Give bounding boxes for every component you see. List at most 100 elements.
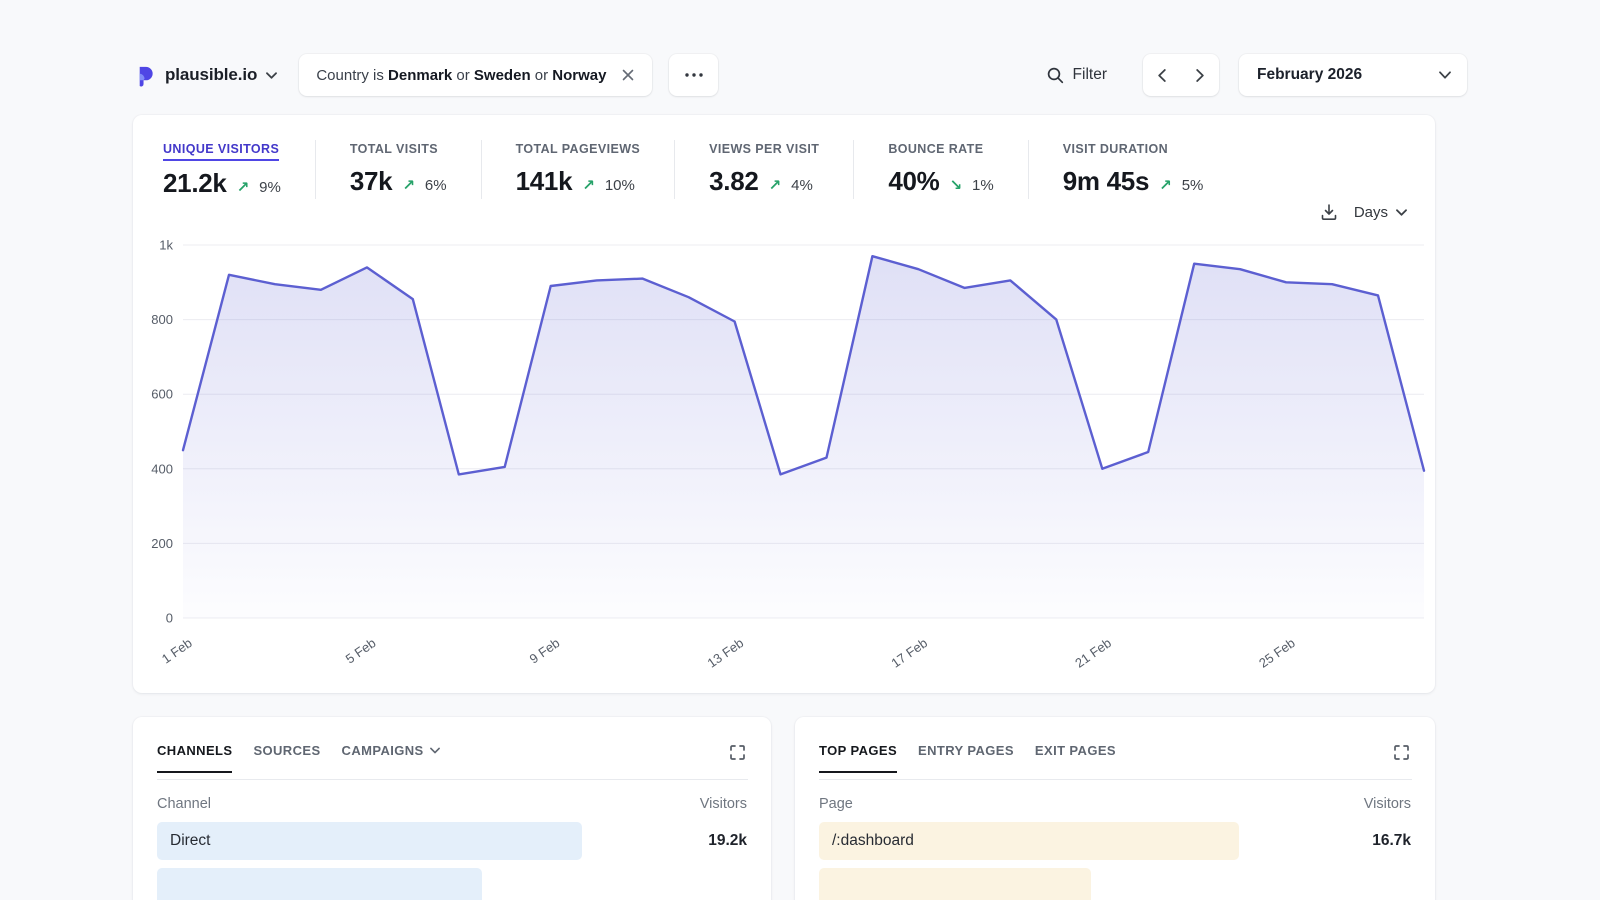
metric-value: 9m 45s xyxy=(1063,166,1149,197)
y-axis-labels: 1k8006004002000 xyxy=(151,238,173,626)
fullscreen-icon xyxy=(730,745,745,760)
tab-label: CHANNELS xyxy=(157,743,232,758)
x-tick-label: 1 Feb xyxy=(159,635,195,666)
metric-change: 6% xyxy=(425,177,447,194)
filter-pill-text: Country is Denmark or Sweden or Norway xyxy=(316,67,606,84)
export-button[interactable] xyxy=(1320,203,1338,221)
table-row[interactable] xyxy=(157,868,747,900)
table-rows: Direct 19.2k xyxy=(157,822,747,900)
tab-label: CAMPAIGNS xyxy=(342,743,424,758)
divider xyxy=(819,779,1412,780)
trend-arrow-icon: ↗ xyxy=(769,176,782,194)
y-tick-label: 800 xyxy=(151,312,173,327)
column-value: Visitors xyxy=(1364,796,1411,812)
top-stats-row: UNIQUE VISITORS 21.2k ↗ 9% TOTAL VISITS … xyxy=(133,115,1435,199)
next-period-button[interactable] xyxy=(1181,54,1219,96)
site-picker[interactable]: plausible.io xyxy=(133,64,277,87)
table-row[interactable]: /:dashboard 16.7k xyxy=(819,822,1411,860)
site-name: plausible.io xyxy=(165,65,257,85)
download-icon xyxy=(1320,203,1338,221)
date-range-picker[interactable]: February 2026 xyxy=(1239,54,1467,96)
expand-report-button[interactable] xyxy=(1392,743,1411,765)
report-tabs: CHANNELS SOURCES CAMPAIGNS xyxy=(157,743,440,758)
column-label: Page xyxy=(819,796,853,812)
metric-value: 40% xyxy=(888,166,939,197)
report-tabs: TOP PAGES ENTRY PAGES EXIT PAGES xyxy=(819,743,1116,758)
filter-label: Filter xyxy=(1073,66,1107,84)
table-row[interactable]: Direct 19.2k xyxy=(157,822,747,860)
fullscreen-icon xyxy=(1394,745,1409,760)
y-tick-label: 200 xyxy=(151,536,173,551)
metric-value: 3.82 xyxy=(709,166,758,197)
row-bar xyxy=(157,822,582,860)
tab-label: EXIT PAGES xyxy=(1035,743,1116,758)
table-header: Page Visitors xyxy=(819,796,1411,812)
metric[interactable]: TOTAL VISITS 37k ↗ 6% xyxy=(315,140,481,199)
prev-period-button[interactable] xyxy=(1143,54,1181,96)
metric-value: 21.2k xyxy=(163,168,227,199)
x-tick-label: 13 Feb xyxy=(705,635,747,671)
tab-label: SOURCES xyxy=(253,743,320,758)
x-tick-label: 17 Feb xyxy=(888,635,930,671)
remove-filter-button[interactable] xyxy=(620,67,636,83)
row-label[interactable]: Direct xyxy=(157,832,210,850)
tab-channels[interactable]: CHANNELS xyxy=(157,743,232,758)
tab-sources[interactable]: SOURCES xyxy=(253,743,320,758)
tab-label: TOP PAGES xyxy=(819,743,897,758)
metric-change: 9% xyxy=(259,179,281,196)
metric[interactable]: VISIT DURATION 9m 45s ↗ 5% xyxy=(1028,140,1238,199)
add-filter-button[interactable]: Filter xyxy=(1047,66,1107,84)
more-filters-button[interactable] xyxy=(669,54,718,96)
channels-card: CHANNELS SOURCES CAMPAIGNS ChannelVisito… xyxy=(133,717,771,900)
metric-value: 37k xyxy=(350,166,392,197)
table-header: ChannelVisitors xyxy=(157,796,747,812)
column-label: Channel xyxy=(157,796,211,812)
metric[interactable]: TOTAL PAGEVIEWS 141k ↗ 10% xyxy=(481,140,675,199)
chevron-right-icon xyxy=(1196,69,1204,82)
trend-arrow-icon: ↗ xyxy=(402,176,415,194)
x-tick-label: 9 Feb xyxy=(527,635,563,666)
metric-label: VISIT DURATION xyxy=(1063,142,1168,159)
chevron-left-icon xyxy=(1158,69,1166,82)
topbar: plausible.io Country is Denmark or Swede… xyxy=(133,54,1467,96)
chevron-down-icon xyxy=(1396,209,1407,216)
chevron-down-icon xyxy=(266,72,277,79)
x-tick-label: 5 Feb xyxy=(343,635,379,666)
graph-controls: Days xyxy=(1320,203,1407,221)
pages-card: TOP PAGES ENTRY PAGES EXIT PAGES Page Vis… xyxy=(795,717,1435,900)
metric-label: TOTAL VISITS xyxy=(350,142,438,159)
expand-report-button[interactable] xyxy=(728,743,747,765)
table-row[interactable] xyxy=(819,868,1411,900)
x-tick-label: 25 Feb xyxy=(1256,635,1298,671)
interval-dropdown[interactable]: Days xyxy=(1354,204,1407,221)
search-icon xyxy=(1047,67,1064,84)
metric-change: 4% xyxy=(791,177,813,194)
chevron-down-icon xyxy=(430,747,440,754)
divider xyxy=(157,779,748,780)
y-tick-label: 1k xyxy=(159,238,173,253)
tab-entry-pages[interactable]: ENTRY PAGES xyxy=(918,743,1014,758)
metric[interactable]: BOUNCE RATE 40% ↘ 1% xyxy=(853,140,1027,199)
table-rows: /:dashboard 16.7k xyxy=(819,822,1411,900)
row-label[interactable]: /:dashboard xyxy=(819,832,914,850)
row-value: 19.2k xyxy=(708,832,747,850)
active-filter-pill[interactable]: Country is Denmark or Sweden or Norway xyxy=(299,54,652,96)
metric[interactable]: VIEWS PER VISIT 3.82 ↗ 4% xyxy=(674,140,853,199)
metric-value: 141k xyxy=(516,166,573,197)
plausible-logo-icon xyxy=(133,64,156,87)
tab-top-pages[interactable]: TOP PAGES xyxy=(819,743,897,758)
trend-arrow-icon: ↗ xyxy=(1159,176,1172,194)
metric-label: TOTAL PAGEVIEWS xyxy=(516,142,641,159)
visitors-chart[interactable]: 1k80060040020001 Feb5 Feb9 Feb13 Feb17 F… xyxy=(133,233,1435,688)
main-graph-card: UNIQUE VISITORS 21.2k ↗ 9% TOTAL VISITS … xyxy=(133,115,1435,693)
row-bar xyxy=(819,868,1091,900)
trend-arrow-icon: ↗ xyxy=(237,178,250,196)
tab-exit-pages[interactable]: EXIT PAGES xyxy=(1035,743,1116,758)
y-tick-label: 0 xyxy=(166,611,173,626)
ellipsis-icon xyxy=(685,73,703,77)
tab-campaigns[interactable]: CAMPAIGNS xyxy=(342,743,440,758)
y-tick-label: 400 xyxy=(151,461,173,476)
trend-arrow-icon: ↗ xyxy=(582,176,595,194)
date-range-label: February 2026 xyxy=(1257,66,1362,84)
metric[interactable]: UNIQUE VISITORS 21.2k ↗ 9% xyxy=(163,140,315,199)
